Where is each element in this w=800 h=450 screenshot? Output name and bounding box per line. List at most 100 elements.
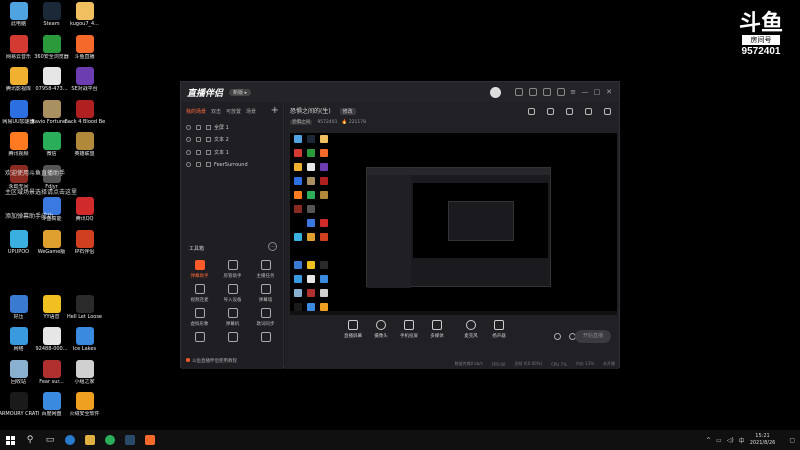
tutorial-link[interactable]: 斗鱼直播伴侣使用教程 bbox=[186, 358, 237, 364]
lock-icon[interactable] bbox=[196, 149, 201, 155]
steam-icon[interactable] bbox=[120, 430, 140, 450]
source-item[interactable]: 文本 2 bbox=[181, 134, 283, 147]
screen-capture-button[interactable]: 直播屏幕 bbox=[339, 320, 367, 339]
search-icon[interactable]: ⚲ bbox=[20, 430, 40, 450]
desktop-icon[interactable]: 腾讯视频 bbox=[2, 132, 35, 165]
toolbox-item[interactable] bbox=[216, 332, 249, 356]
eye-icon[interactable] bbox=[186, 149, 191, 155]
desktop-icon[interactable]: 腾讯影视库 bbox=[2, 67, 35, 100]
desktop-icon[interactable]: 网易云音乐 bbox=[2, 34, 35, 68]
notification-icon[interactable]: ▢ bbox=[789, 437, 795, 444]
task-view-icon[interactable]: ▭ bbox=[40, 430, 60, 450]
tab-scene-4[interactable]: 场景 bbox=[246, 108, 256, 115]
tab-my-scenes[interactable]: 我的场景 bbox=[186, 108, 206, 115]
desktop-icon[interactable]: UPUPOO bbox=[2, 229, 35, 263]
microphone-button[interactable]: 麦克风 bbox=[457, 320, 485, 339]
category-tag[interactable]: 恐惧之间 bbox=[290, 120, 312, 125]
edit-room-button[interactable]: 修改 bbox=[339, 108, 356, 115]
desktop-icon[interactable]: 微信 bbox=[35, 132, 68, 165]
list-icon[interactable] bbox=[547, 108, 554, 115]
more-icon[interactable]: … bbox=[268, 242, 277, 251]
desktop-icon[interactable]: Ice Lakes bbox=[68, 327, 101, 360]
desktop-icon[interactable]: 网络 bbox=[2, 327, 35, 360]
lock-icon[interactable] bbox=[196, 137, 201, 143]
clock[interactable]: 15:21 2021/8/26 bbox=[750, 433, 776, 447]
desktop-icon[interactable]: 网易UU加速器 bbox=[2, 99, 35, 133]
bell-icon[interactable] bbox=[585, 108, 592, 115]
desktop-icon[interactable]: 百度网盘 bbox=[35, 392, 68, 425]
record-icon[interactable] bbox=[554, 333, 561, 340]
eye-icon[interactable] bbox=[186, 124, 191, 130]
tab-scene-2[interactable]: 双击 bbox=[211, 108, 221, 115]
desktop-icon[interactable]: Steam bbox=[35, 2, 68, 35]
skin-icon[interactable] bbox=[557, 88, 565, 96]
speaker-button[interactable]: 扬声器 bbox=[485, 320, 513, 339]
desktop-icon[interactable]: 腾讯QQ bbox=[68, 197, 101, 230]
toolbox-item[interactable]: 房管助手 bbox=[216, 260, 249, 284]
eye-icon[interactable] bbox=[186, 137, 191, 143]
desktop-icon[interactable]: 回收站 bbox=[2, 359, 35, 393]
toolbox-item[interactable]: 主播任务 bbox=[249, 260, 282, 284]
desktop-icon[interactable]: 英雄联盟 bbox=[68, 132, 101, 165]
stats-icon[interactable] bbox=[566, 108, 573, 115]
toolbox-item[interactable]: 歌词同步 bbox=[249, 308, 282, 332]
desktop-icon[interactable]: Back 4 Blood Beta bbox=[65, 99, 105, 133]
toolbox-item[interactable]: 弹幕助手 bbox=[183, 260, 216, 284]
input-method[interactable]: 中 bbox=[739, 436, 745, 445]
desktop-icon[interactable]: Ravio Fortune -... bbox=[32, 99, 72, 133]
toolbox-item[interactable] bbox=[183, 332, 216, 356]
gift-box-icon[interactable] bbox=[528, 108, 535, 115]
eye-icon[interactable] bbox=[186, 162, 191, 168]
network-icon[interactable]: ▭ bbox=[716, 437, 722, 444]
lock-icon[interactable] bbox=[196, 162, 201, 168]
screen-icon[interactable] bbox=[529, 88, 537, 96]
file-explorer-icon[interactable] bbox=[80, 430, 100, 450]
start-stream-button[interactable]: 开始直播 bbox=[575, 330, 611, 343]
menu-icon[interactable]: ≡ bbox=[569, 88, 577, 96]
user-avatar[interactable] bbox=[490, 86, 501, 98]
wechat-icon[interactable] bbox=[100, 430, 120, 450]
add-scene-button[interactable]: + bbox=[271, 105, 279, 116]
toolbox-item[interactable]: 弹幕墙 bbox=[249, 284, 282, 308]
toolbox-item[interactable]: 弹幕机 bbox=[216, 308, 249, 332]
desktop-icon[interactable]: 小组之家 bbox=[68, 359, 101, 393]
desktop-icon[interactable]: YY语音 bbox=[35, 294, 68, 328]
tab-scene-3[interactable]: 可放置 bbox=[226, 108, 241, 115]
desktop-icon[interactable]: Fear sur... bbox=[35, 359, 68, 393]
desktop-icon[interactable]: 07958-473... bbox=[35, 67, 68, 100]
desktop-icon[interactable]: 好压 bbox=[2, 294, 35, 328]
version-pill[interactable]: 新版 ▸ bbox=[229, 88, 252, 96]
start-button[interactable] bbox=[0, 430, 20, 450]
desktop-icon[interactable]: 360安全浏览器 bbox=[34, 34, 69, 68]
lock-icon[interactable] bbox=[196, 124, 201, 130]
toolbox-item[interactable] bbox=[249, 332, 282, 356]
phone-cast-button[interactable]: 手机投屏 bbox=[395, 320, 423, 339]
desktop-icon[interactable]: 火绒安全软件 bbox=[68, 392, 101, 425]
desktop-icon[interactable]: 此电脑 bbox=[2, 2, 35, 35]
desktop-icon[interactable]: IP石伴侣 bbox=[68, 229, 101, 263]
desktop-icon[interactable]: ARMOURY CRATE bbox=[0, 392, 39, 425]
multimedia-button[interactable]: 多媒体 bbox=[423, 320, 451, 339]
desktop-icon[interactable]: 斗鱼直播 bbox=[68, 34, 101, 68]
source-item[interactable]: 全屏 1 bbox=[181, 121, 283, 134]
maximize-icon[interactable]: □ bbox=[593, 88, 601, 96]
source-item[interactable]: FeerSurround bbox=[181, 159, 283, 172]
toolbox-item[interactable]: 导入设备 bbox=[216, 284, 249, 308]
share-icon[interactable] bbox=[604, 108, 611, 115]
minimize-icon[interactable]: — bbox=[581, 88, 589, 96]
close-icon[interactable]: ✕ bbox=[605, 88, 613, 96]
desktop-icon[interactable]: SE对战平台 bbox=[68, 67, 101, 100]
desktop-icon[interactable]: WeGame版 bbox=[35, 229, 68, 263]
desktop-icon[interactable]: Hell Let Loose bbox=[67, 294, 102, 328]
edge-icon[interactable] bbox=[60, 430, 80, 450]
desktop-icon[interactable]: kugou7_4... bbox=[68, 2, 101, 35]
camera-button[interactable]: 摄像头 bbox=[367, 320, 395, 339]
douyu-taskbar-icon[interactable] bbox=[140, 430, 160, 450]
desktop-icon[interactable]: 92488-000... bbox=[35, 327, 68, 360]
gift-icon[interactable] bbox=[543, 88, 551, 96]
message-icon[interactable] bbox=[515, 88, 523, 96]
tray-chevron-icon[interactable]: ^ bbox=[706, 437, 711, 444]
toolbox-item[interactable]: 视频连麦 bbox=[183, 284, 216, 308]
source-item[interactable]: 文本 1 bbox=[181, 146, 283, 159]
toolbox-item[interactable]: 虚拟形象 bbox=[183, 308, 216, 332]
